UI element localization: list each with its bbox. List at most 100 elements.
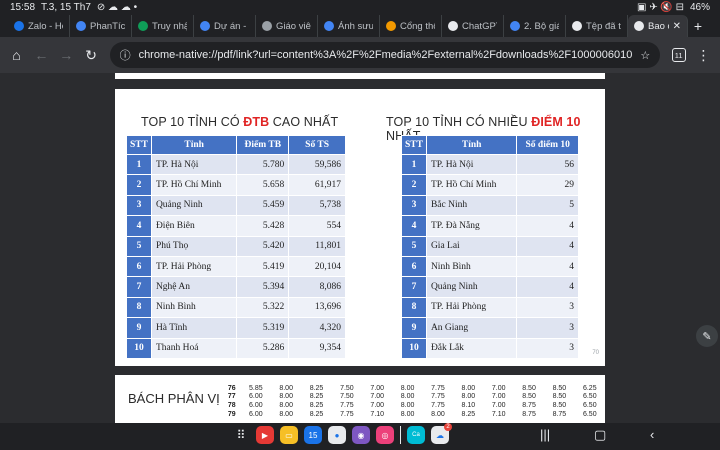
close-tab-icon[interactable]: ✕	[673, 21, 681, 32]
table-cell: Ninh Bình	[150, 296, 238, 319]
new-tab-icon[interactable]: +	[688, 18, 708, 34]
table-cell: 7.75	[431, 393, 445, 401]
dock-divider	[400, 426, 401, 444]
table-cell: 8	[401, 296, 427, 319]
table-cell: 5	[516, 194, 579, 217]
table-cell: 8.25	[309, 401, 324, 409]
back-nav-icon[interactable]: ‹	[650, 427, 654, 442]
table-cell: 5	[401, 235, 427, 257]
tab-0[interactable]: Zalo - Họ	[8, 15, 70, 37]
table-cell: 3	[516, 296, 579, 319]
portal-icon	[386, 21, 396, 31]
table-cell: Điện Biên	[150, 215, 238, 237]
edit-pen-icon[interactable]: ✎	[696, 325, 718, 347]
tab-label: Dự án - C	[214, 20, 249, 32]
pdf-app-icon[interactable]: ▶	[256, 426, 274, 444]
recents-icon[interactable]: |||	[540, 427, 550, 442]
tab-7[interactable]: ChatGPT	[442, 15, 504, 37]
tab-3[interactable]: Dự án - C	[194, 15, 256, 37]
table-cell: 3	[401, 194, 427, 217]
tab-4[interactable]: Giáo viên	[256, 15, 318, 37]
folder-app-icon[interactable]: ▭	[280, 426, 298, 444]
chat-app-icon[interactable]: ●	[328, 426, 346, 444]
cloud-app-icon[interactable]: ☁ 2	[431, 423, 452, 444]
table-cell: 5.85	[248, 384, 263, 392]
table-cell: 8.25	[309, 384, 324, 392]
download-icon	[572, 21, 582, 31]
table-cell: 8.00	[461, 393, 476, 401]
table-cell: 4	[401, 215, 427, 237]
tab-8[interactable]: 2. Bộ giá	[504, 15, 566, 37]
table-cell: 6.50	[582, 401, 597, 409]
table-cell: 6.25	[582, 384, 597, 392]
table-cell: TP. Hải Phòng	[150, 255, 238, 278]
column-header: Điểm TB	[236, 135, 290, 155]
app-drawer-icon[interactable]: ⠿	[232, 426, 250, 444]
tab-switcher-button[interactable]: 11	[668, 42, 689, 68]
table-cell: 6	[126, 255, 152, 278]
forward-icon[interactable]: →	[56, 42, 77, 68]
table-cell: 5.286	[236, 337, 290, 359]
table-cell: 8.25	[309, 393, 324, 401]
pdf-page-previous	[115, 73, 605, 79]
tab-2[interactable]: Truy nhập	[132, 15, 194, 37]
table-cell: 8.00	[279, 401, 293, 409]
table-cell: 56	[516, 153, 579, 176]
battery-level: 46%	[689, 2, 710, 13]
table-cell: 29	[516, 174, 579, 196]
tab-9[interactable]: Tệp đã tả	[566, 15, 628, 37]
table-row: 4 TP. Đà Nẵng 4	[401, 215, 579, 237]
address-bar[interactable]: ⓘ chrome-native://pdf/link?url=content%3…	[109, 42, 661, 68]
table-row: 7 Nghệ An 5.394 8,086	[126, 276, 346, 298]
table-cell: 59,586	[288, 153, 346, 176]
table-row: 10 Thanh Hoá 5.286 9,354	[126, 337, 346, 359]
table-cell: 61,917	[288, 174, 346, 196]
table-cell: 7.75	[340, 401, 354, 409]
table-row: 76 5.85 8.00 8.25 7.50 7.00 8.00 7.75 8.00 7.00 8.…	[223, 384, 605, 393]
table-cell: 8.75	[522, 401, 536, 409]
canva-app-icon[interactable]: Ca	[407, 426, 425, 444]
table-cell: 6.50	[582, 393, 597, 401]
date: T.3, 15 Th7	[41, 2, 91, 13]
browser-app-icon[interactable]: ◉	[352, 426, 370, 444]
globe-icon	[262, 21, 272, 31]
sheets-icon	[138, 21, 148, 31]
tab-6[interactable]: Cổng thô	[380, 15, 442, 37]
table-cell: An Giang	[425, 317, 518, 339]
table-cell: 6.00	[248, 393, 263, 401]
table-row: 10 Đắk Lắk 3	[401, 337, 579, 359]
notification-icons: ⊘ ☁ ☁ •	[96, 2, 138, 13]
table-row: 9 An Giang 3	[401, 317, 579, 339]
menu-icon[interactable]: ⋮	[693, 42, 714, 68]
home-icon[interactable]: ⌂	[6, 42, 27, 68]
camera-app-icon[interactable]: ◎	[376, 426, 394, 444]
pdf-viewer[interactable]: TOP 10 TỈNH CÓ ĐTB CAO NHẤT STT Tỉnh Điểm …	[0, 73, 720, 423]
table-cell: 8.50	[522, 384, 536, 392]
tab-5[interactable]: Ảnh sưu	[318, 15, 380, 37]
reload-icon[interactable]: ↻	[81, 42, 102, 68]
table-cell: 8.50	[552, 384, 567, 392]
site-info-icon[interactable]: ⓘ	[120, 47, 131, 63]
table-cell: 8.75	[522, 410, 536, 418]
table-cell: 7.50	[340, 393, 354, 401]
column-header: STT	[126, 135, 152, 155]
table-cell: 13,696	[288, 296, 346, 319]
table-cell: 7.50	[340, 384, 354, 392]
bookmark-star-icon[interactable]: ☆	[640, 49, 650, 62]
table-cell: 8.75	[552, 410, 567, 418]
tab-label: Bao c	[648, 20, 669, 32]
back-icon[interactable]: ←	[31, 42, 52, 68]
table-cell: 1	[401, 153, 427, 176]
home-nav-icon[interactable]: ▢	[594, 427, 606, 443]
table-cell: 7.75	[340, 410, 354, 418]
table-row: 1 TP. Hà Nội 56	[401, 153, 579, 176]
table-row: 5 Gia Lai 4	[401, 235, 579, 257]
tab-10[interactable]: Bao c ✕	[628, 15, 688, 37]
calendar-app-icon[interactable]: 15	[304, 426, 322, 444]
tab-1[interactable]: PhanTích	[70, 15, 132, 37]
table-cell: 7.00	[491, 401, 506, 409]
table-cell: 8	[126, 296, 152, 319]
table-cell: 4	[516, 235, 579, 257]
table-cell: TP. Hà Nội	[150, 153, 238, 176]
percentile-title: BÁCH PHÂN VỊ	[128, 391, 220, 406]
